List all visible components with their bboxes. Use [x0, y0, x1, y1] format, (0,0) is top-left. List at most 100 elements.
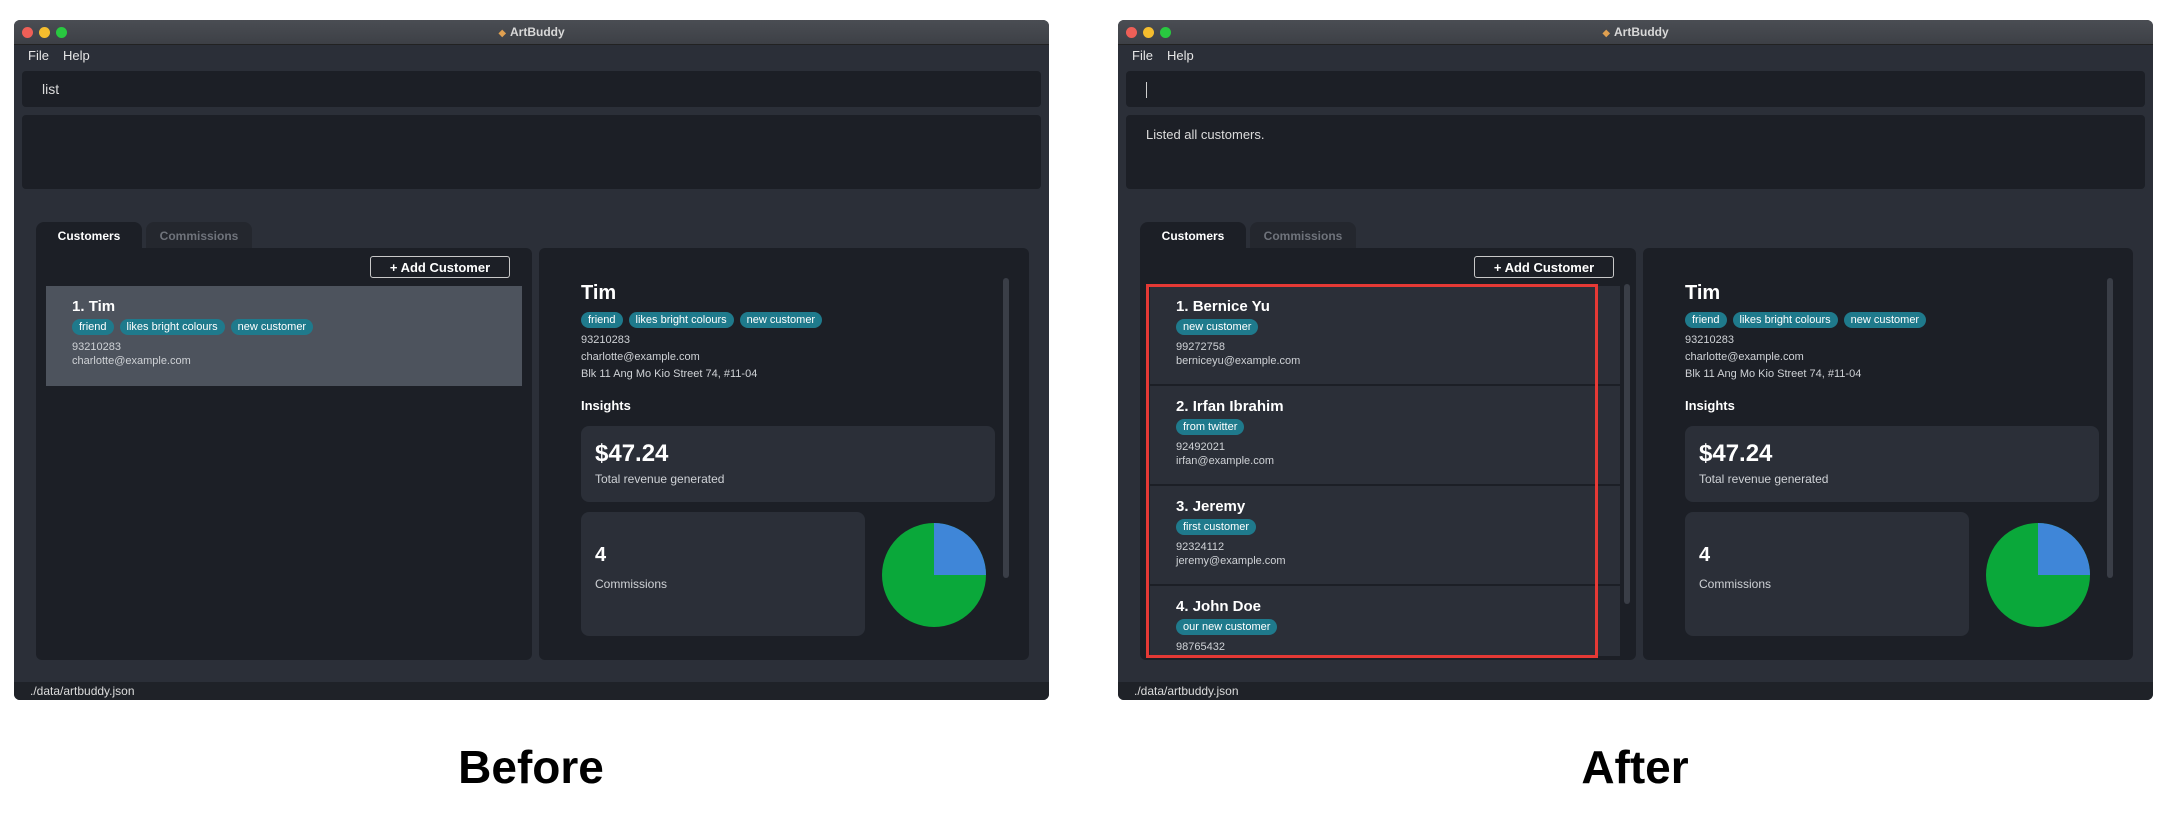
commission-pie-chart [1986, 523, 2090, 627]
detail-address: Blk 11 Ang Mo Kio Street 74, #11-04 [1685, 368, 1862, 380]
customer-detail-panel: Tim friend likes bright colours new cust… [1643, 248, 2133, 660]
list-item[interactable]: 3. Jeremy first customer 92324112 jeremy… [1150, 486, 1620, 586]
detail-phone: 93210283 [581, 334, 630, 346]
command-input[interactable]: list [22, 71, 1041, 107]
revenue-card: $47.24 Total revenue generated [1685, 426, 2099, 502]
list-item[interactable]: 4. John Doe our new customer 98765432 [1150, 586, 1620, 656]
status-bar: ./data/artbuddy.json [14, 682, 1049, 700]
customer-email: charlotte@example.com [72, 355, 191, 367]
detail-name: Tim [1685, 282, 1721, 304]
customer-list-panel: + Add Customer 1. Bernice Yu new custome… [1140, 248, 1636, 660]
menu-file[interactable]: File [1132, 48, 1153, 64]
list-item[interactable]: 1. Bernice Yu new customer 99272758 bern… [1150, 286, 1620, 386]
status-bar: ./data/artbuddy.json [1118, 682, 2153, 700]
commissions-label: Commissions [595, 577, 668, 591]
detail-scrollbar[interactable] [1003, 278, 1009, 578]
customer-email: berniceyu@example.com [1176, 355, 1301, 367]
commissions-value: 4 [595, 544, 607, 566]
menu-file[interactable]: File [28, 48, 49, 64]
tag: likes bright colours [119, 319, 225, 335]
insights-heading: Insights [1685, 398, 1735, 413]
tag: new customer [1176, 319, 1259, 335]
list-scrollbar[interactable] [1624, 284, 1630, 604]
tab-customers[interactable]: Customers [36, 222, 142, 248]
customer-phone: 98765432 [1176, 641, 1225, 653]
customer-name: Tim [88, 298, 116, 315]
customer-phone: 93210283 [72, 341, 121, 353]
pie-slice-blue [934, 523, 986, 575]
menu-help[interactable]: Help [1167, 48, 1194, 64]
list-item[interactable]: 1. Tim friend likes bright colours new c… [46, 286, 522, 386]
customer-phone: 99272758 [1176, 341, 1225, 353]
result-text: Listed all customers. [1146, 127, 1265, 142]
tag: from twitter [1176, 419, 1245, 435]
app-logo-icon: ◆ [1602, 28, 1611, 39]
detail-email: charlotte@example.com [1685, 351, 1804, 363]
customer-email: jeremy@example.com [1176, 555, 1286, 567]
commissions-card: 4 Commissions [1685, 512, 1969, 636]
before-caption: Before [458, 741, 604, 793]
list-item[interactable]: 2. Irfan Ibrahim from twitter 92492021 i… [1150, 386, 1620, 486]
result-display [22, 115, 1041, 189]
customer-list[interactable]: 1. Tim friend likes bright colours new c… [46, 286, 522, 660]
tag: first customer [1176, 519, 1257, 535]
add-customer-button[interactable]: + Add Customer [370, 256, 510, 278]
tag: friend [72, 319, 114, 335]
window-title: ◆ ArtBuddy [498, 25, 565, 39]
after-caption: After [1581, 741, 1689, 793]
result-display: Listed all customers. [1126, 115, 2145, 189]
customer-phone: 92324112 [1176, 541, 1225, 553]
customer-name: Irfan Ibrahim [1192, 398, 1284, 415]
customer-list[interactable]: 1. Bernice Yu new customer 99272758 bern… [1150, 286, 1620, 656]
revenue-value: $47.24 [595, 440, 669, 467]
main-panel: Customers Commissions + Add Customer 1. … [1118, 214, 2153, 682]
insights-heading: Insights [581, 398, 631, 413]
app-logo-icon: ◆ [498, 28, 507, 39]
command-input[interactable] [1126, 71, 2145, 107]
menu-bar: File Help [14, 45, 1049, 67]
title-bar: ◆ ArtBuddy [14, 20, 1049, 45]
tab-customers[interactable]: Customers [1140, 222, 1246, 248]
revenue-card: $47.24 Total revenue generated [581, 426, 995, 502]
menu-bar: File Help [1118, 45, 2153, 67]
detail-name: Tim [581, 282, 617, 304]
tag: friend [581, 312, 623, 328]
tag: our new customer [1176, 619, 1278, 635]
tag: new customer [1843, 312, 1927, 328]
window-title: ◆ ArtBuddy [1602, 25, 1669, 39]
commissions-value: 4 [1699, 544, 1711, 566]
commissions-card: 4 Commissions [581, 512, 865, 636]
tag: new customer [230, 319, 314, 335]
customer-phone: 92492021 [1176, 441, 1225, 453]
before-window: ◆ ArtBuddy File Help list Customers Commi… [14, 20, 1049, 700]
customer-email: irfan@example.com [1176, 455, 1274, 467]
revenue-label: Total revenue generated [595, 472, 725, 486]
customer-name: Bernice Yu [1192, 298, 1270, 315]
after-window: ◆ ArtBuddy File Help Listed all customers… [1118, 20, 2153, 700]
title-bar: ◆ ArtBuddy [1118, 20, 2153, 45]
tab-commissions[interactable]: Commissions [146, 222, 252, 248]
revenue-value: $47.24 [1699, 440, 1773, 467]
commission-pie-chart [882, 523, 986, 627]
detail-phone: 93210283 [1685, 334, 1734, 346]
main-panel: Customers Commissions + Add Customer 1. … [14, 214, 1049, 682]
text-cursor [1146, 82, 1147, 99]
detail-address: Blk 11 Ang Mo Kio Street 74, #11-04 [581, 368, 758, 380]
menu-help[interactable]: Help [63, 48, 90, 64]
command-text: list [42, 81, 60, 97]
tag: friend [1685, 312, 1727, 328]
pie-slice-blue [2038, 523, 2090, 575]
tag: new customer [739, 312, 823, 328]
tag: likes bright colours [1732, 312, 1838, 328]
add-customer-button[interactable]: + Add Customer [1474, 256, 1614, 278]
customer-name: Jeremy [1192, 498, 1246, 515]
detail-email: charlotte@example.com [581, 351, 700, 363]
revenue-label: Total revenue generated [1699, 472, 1829, 486]
customer-detail-panel: Tim friend likes bright colours new cust… [539, 248, 1029, 660]
tag: likes bright colours [628, 312, 734, 328]
tab-commissions[interactable]: Commissions [1250, 222, 1356, 248]
detail-scrollbar[interactable] [2107, 278, 2113, 578]
commissions-label: Commissions [1699, 577, 1772, 591]
customer-list-panel: + Add Customer 1. Tim friend likes brigh… [36, 248, 532, 660]
customer-name: John Doe [1192, 598, 1262, 615]
